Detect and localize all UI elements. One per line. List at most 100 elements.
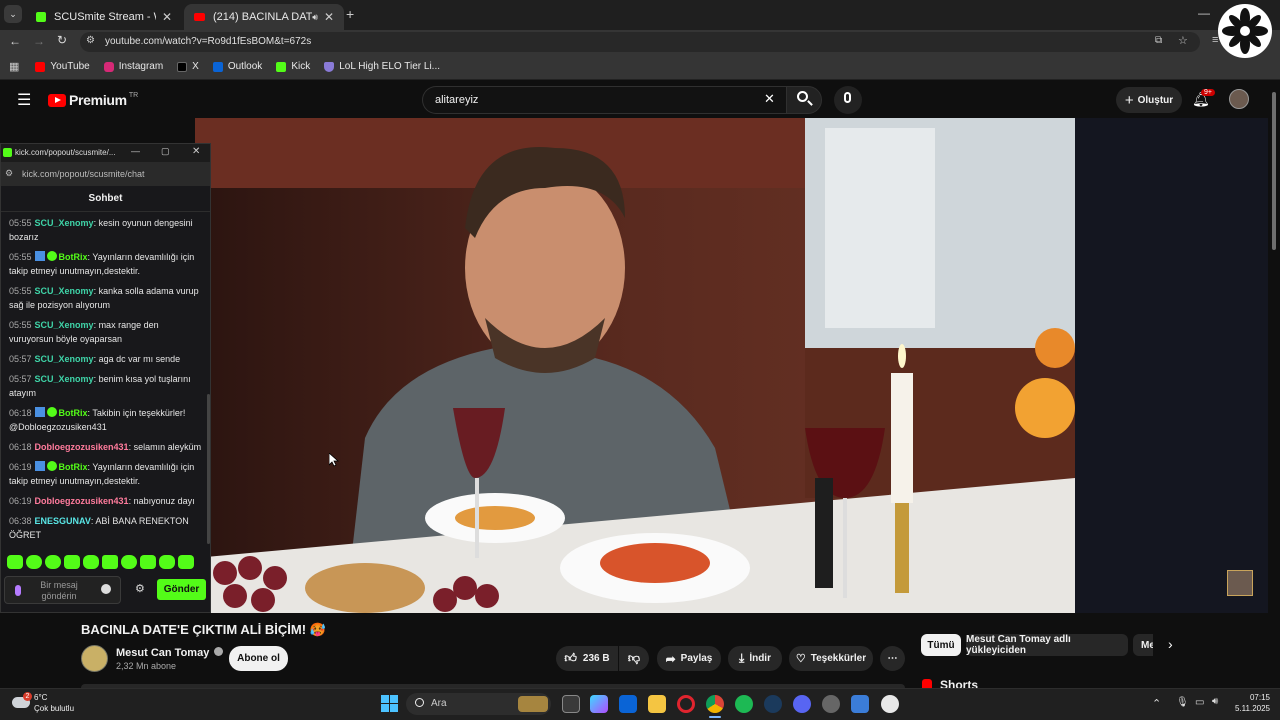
bookmark-x[interactable]: X: [177, 61, 199, 72]
clock[interactable]: 07:15 5.11.2025: [1226, 692, 1270, 714]
clear-search-icon[interactable]: ✕: [764, 91, 775, 107]
steam-icon[interactable]: [764, 695, 782, 713]
emote-icon[interactable]: [7, 555, 23, 569]
taskbar-search[interactable]: Ara: [406, 693, 551, 715]
chat-input[interactable]: Bir mesaj göndérin: [4, 576, 121, 604]
chat-scrollbar[interactable]: [207, 394, 210, 544]
app-icon[interactable]: [881, 695, 899, 713]
search-input[interactable]: alitareyiz: [422, 86, 786, 114]
copilot-icon[interactable]: [590, 695, 608, 713]
install-app-icon[interactable]: ⧉: [1155, 35, 1162, 46]
voice-search-button[interactable]: [834, 86, 862, 114]
notifications-button[interactable]: 🔔︎ 9+: [1192, 89, 1215, 109]
chevron-right-icon[interactable]: ›: [1168, 636, 1173, 652]
chat-username[interactable]: ENESGUNAV: [35, 516, 91, 526]
chat-username[interactable]: BotRix: [59, 408, 88, 418]
emote-icon[interactable]: [159, 555, 175, 569]
minimize-button[interactable]: —: [131, 146, 140, 156]
chat-username[interactable]: BotRix: [59, 252, 88, 262]
task-view-icon[interactable]: [562, 695, 580, 713]
emote-icon[interactable]: [45, 555, 61, 569]
dislike-button[interactable]: 👎︎: [619, 646, 649, 671]
channel-name[interactable]: Mesut Can Tomay: [116, 647, 224, 659]
channel-watermark[interactable]: [1227, 570, 1253, 596]
app-settings-icon[interactable]: [822, 695, 840, 713]
weather-widget[interactable]: 2 6°C Çok bulutlu: [12, 692, 92, 716]
discord-icon[interactable]: [793, 695, 811, 713]
emote-icon[interactable]: [140, 555, 156, 569]
chip-all[interactable]: Tümü: [921, 634, 961, 656]
youtube-logo[interactable]: Premium TR: [48, 92, 138, 108]
chat-username[interactable]: SCU_Xenomy: [35, 374, 94, 384]
apps-grid-icon[interactable]: ▦: [9, 60, 19, 73]
file-explorer-icon[interactable]: [648, 695, 666, 713]
chip-more[interactable]: Me: [1133, 634, 1153, 656]
avatar[interactable]: [1229, 89, 1249, 109]
chat-username[interactable]: Dobloegzozusiken431: [35, 496, 129, 506]
chat-username[interactable]: SCU_Xenomy: [35, 354, 94, 364]
emote-icon[interactable]: [178, 555, 194, 569]
bookmark-star-icon[interactable]: ☆: [1178, 34, 1188, 47]
popout-url: kick.com/popout/scusmite/chat: [22, 169, 145, 179]
minimize-window-button[interactable]: —: [1198, 6, 1210, 20]
back-icon[interactable]: ←: [9, 34, 21, 48]
like-button[interactable]: 👍︎ 236 B: [556, 646, 618, 671]
bookmark-lol[interactable]: LoL High ELO Tier Li...: [324, 61, 440, 72]
emote-icon[interactable]: [102, 555, 118, 569]
emoji-icon[interactable]: [101, 584, 111, 594]
bookmark-kick[interactable]: Kick: [276, 61, 310, 72]
chat-username[interactable]: Dobloegzozusiken431: [35, 442, 129, 452]
display-icon[interactable]: ▭: [1195, 697, 1204, 708]
chat-username[interactable]: SCU_Xenomy: [35, 286, 94, 296]
create-button[interactable]: + Oluştur: [1116, 87, 1182, 113]
speaker-icon[interactable]: 🔊︎: [312, 12, 318, 23]
spotify-icon[interactable]: [735, 695, 753, 713]
close-button[interactable]: ✕: [192, 146, 200, 157]
opera-icon[interactable]: [677, 695, 695, 713]
emote-icon[interactable]: [64, 555, 80, 569]
share-button[interactable]: ➦ Paylaş: [657, 646, 721, 671]
emote-icon[interactable]: [83, 555, 99, 569]
tab-youtube-video[interactable]: (214) BACINLA DATE'E ÇIKT 🔊︎ ✕: [184, 4, 344, 30]
network-app-icon[interactable]: [851, 695, 869, 713]
bookmark-youtube[interactable]: YouTube: [35, 61, 90, 72]
outlook-icon[interactable]: [619, 695, 637, 713]
chip-from-uploader[interactable]: Mesut Can Tomay adlı yükleyiciden: [966, 634, 1128, 656]
emote-bar: [7, 555, 207, 571]
channel-avatar[interactable]: [81, 645, 108, 672]
omnibox[interactable]: ⚙ youtube.com/watch?v=Ro9d1fEsBOM&t=672s…: [80, 32, 1200, 52]
microphone-tray-icon[interactable]: 🎙︎: [1176, 697, 1189, 708]
send-button[interactable]: Gönder: [157, 579, 206, 600]
subscribe-button[interactable]: Abone ol: [229, 646, 288, 671]
volume-icon[interactable]: 🔊︎: [1212, 696, 1218, 707]
chat-username[interactable]: SCU_Xenomy: [35, 320, 94, 330]
site-info-icon[interactable]: ⚙: [5, 168, 13, 179]
maximize-button[interactable]: ▢: [161, 146, 170, 157]
video-player[interactable]: [195, 118, 1075, 613]
tab-kick-stream[interactable]: SCUSmite Stream - Watch Live o ✕: [26, 4, 182, 30]
hamburger-menu-icon[interactable]: ☰: [17, 90, 31, 110]
chat-username[interactable]: SCU_Xenomy: [35, 218, 94, 228]
more-actions-button[interactable]: ⋯: [880, 646, 905, 671]
microphone-icon[interactable]: [15, 585, 21, 596]
thanks-button[interactable]: ♡ Teşekkürler: [789, 646, 873, 671]
close-tab-icon[interactable]: ✕: [324, 10, 334, 24]
bookmark-instagram[interactable]: Instagram: [103, 61, 163, 72]
bookmark-outlook[interactable]: Outlook: [212, 61, 262, 72]
reload-icon[interactable]: ↻: [57, 33, 67, 47]
emote-icon[interactable]: [121, 555, 137, 569]
chat-settings-icon[interactable]: ⚙: [135, 582, 145, 595]
chrome-icon[interactable]: [706, 695, 724, 713]
emote-icon[interactable]: [26, 555, 42, 569]
download-button[interactable]: ⤓ İndir: [728, 646, 782, 671]
start-button[interactable]: [381, 695, 398, 712]
page-scrollbar[interactable]: [1272, 92, 1276, 250]
chevron-up-icon[interactable]: ⌃: [1152, 697, 1161, 710]
search-button[interactable]: [786, 86, 822, 114]
tab-search-button[interactable]: ⌄: [4, 5, 22, 23]
forward-icon[interactable]: →: [33, 34, 45, 48]
chat-username[interactable]: BotRix: [59, 462, 88, 472]
close-tab-icon[interactable]: ✕: [162, 10, 172, 24]
site-info-icon[interactable]: ⚙: [86, 35, 95, 46]
new-tab-button[interactable]: +: [346, 6, 354, 22]
